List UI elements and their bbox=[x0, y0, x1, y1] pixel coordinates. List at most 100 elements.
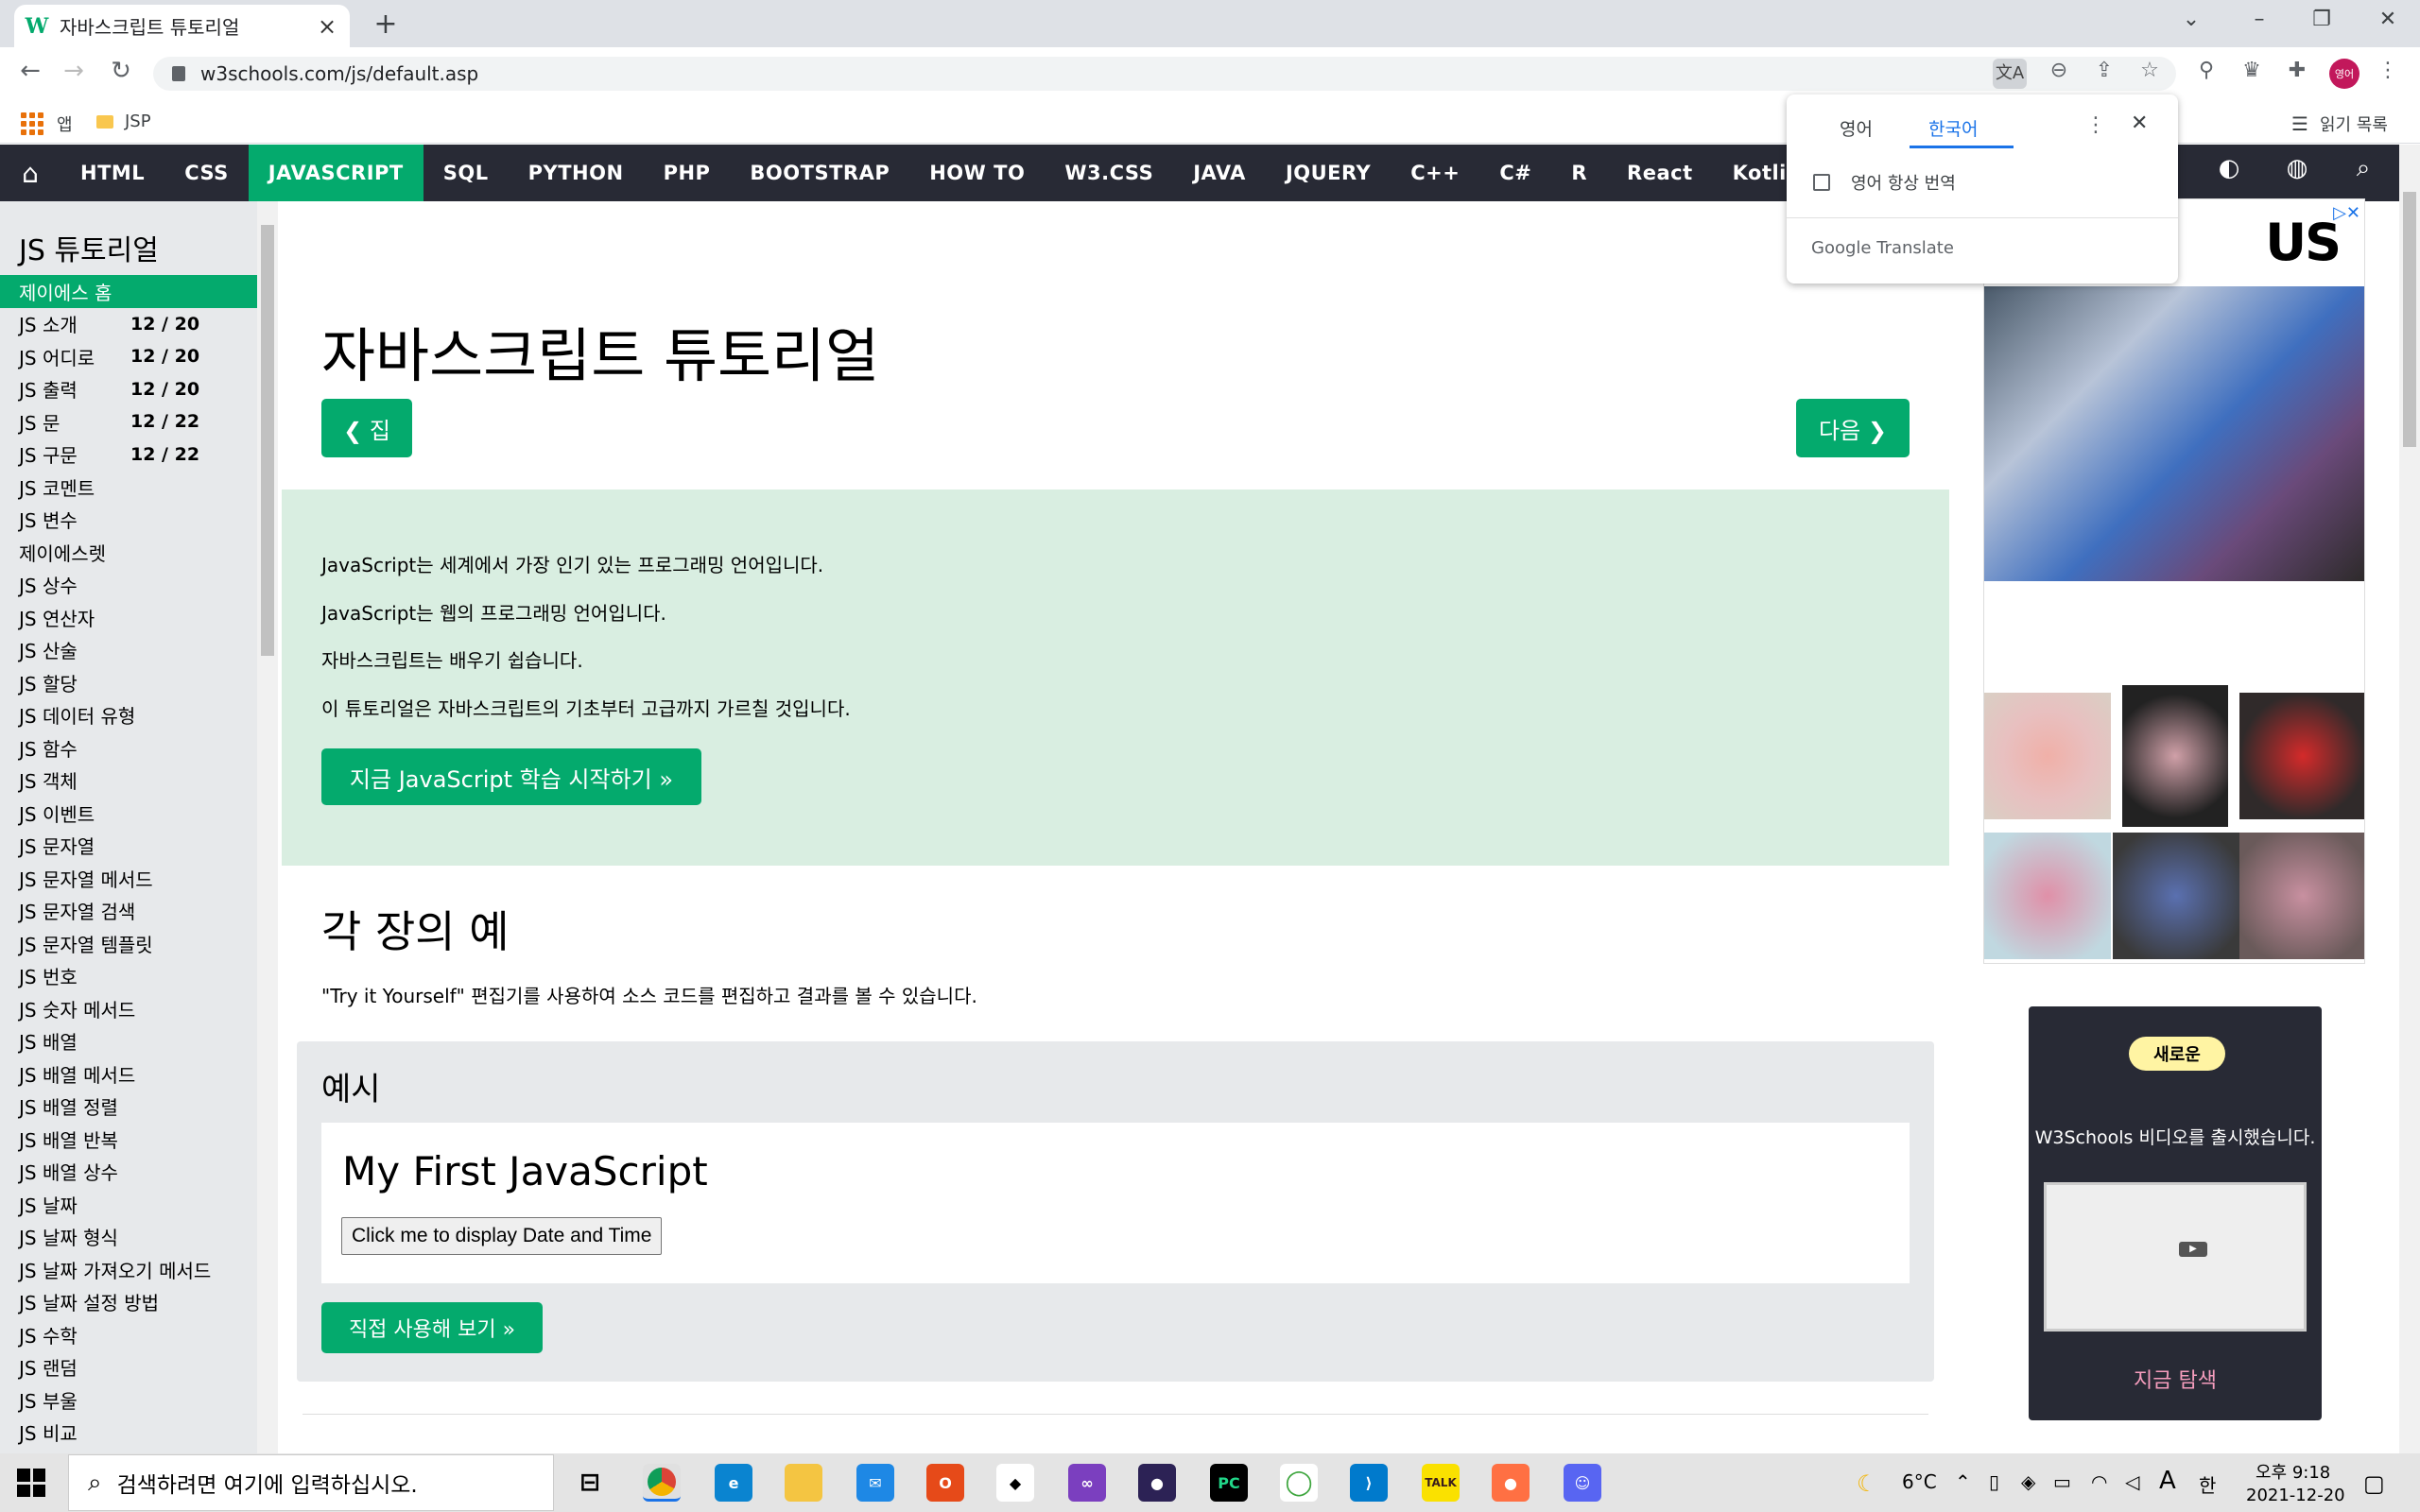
task-view-icon[interactable]: ⊟ bbox=[571, 1464, 609, 1502]
topnav-item[interactable]: React bbox=[1607, 145, 1713, 201]
sidebar-item[interactable]: JS 소개 12 / 20 bbox=[0, 308, 257, 341]
sidebar-item[interactable]: JS 코멘트 bbox=[0, 471, 257, 504]
sidebar-item[interactable]: JS 비교 bbox=[0, 1417, 257, 1450]
sidebar-scrollbar[interactable] bbox=[257, 201, 278, 1453]
sidebar-item[interactable]: 제이에스 홈 bbox=[0, 275, 257, 308]
sidebar-item[interactable]: JS 날짜 설정 방법 bbox=[0, 1286, 257, 1319]
mail-icon[interactable]: ✉ bbox=[856, 1464, 894, 1502]
puzzle-extensions-icon[interactable]: ✚ bbox=[2282, 59, 2312, 82]
home-icon[interactable]: ⌂ bbox=[0, 145, 60, 201]
jsp-bookmark[interactable]: JSP bbox=[96, 112, 151, 131]
try-it-yourself-button[interactable]: 직접 사용해 보기 » bbox=[321, 1302, 543, 1353]
theme-toggle-icon[interactable]: ◐ bbox=[2210, 154, 2248, 182]
restore-button[interactable]: ❐ bbox=[2303, 8, 2341, 31]
topnav-item[interactable]: HTML bbox=[60, 145, 164, 201]
flower-ad[interactable]: US ▷✕ bbox=[1983, 198, 2365, 964]
video-ad[interactable]: 새로운 W3Schools 비디오를 출시했습니다. ▶ 지금 탐색 bbox=[2029, 1006, 2322, 1420]
paint-icon[interactable]: ● bbox=[1492, 1464, 1530, 1502]
sidebar-item[interactable]: JS 문자열 메서드 bbox=[0, 862, 257, 895]
page-scrollbar[interactable] bbox=[2399, 145, 2420, 1453]
sidebar-item[interactable]: JS 연산자 bbox=[0, 601, 257, 634]
minimize-button[interactable]: – bbox=[2240, 8, 2278, 31]
ime-korean-indicator[interactable]: 한 bbox=[2199, 1470, 2216, 1498]
globe-icon[interactable]: ◍ bbox=[2278, 154, 2316, 182]
kakaotalk-icon[interactable]: TALK bbox=[1422, 1464, 1460, 1502]
ad-choices-icon[interactable]: ▷✕ bbox=[2333, 203, 2360, 223]
share-icon[interactable]: ⇪ bbox=[2089, 59, 2119, 82]
sidebar-item[interactable]: JS 변수 bbox=[0, 504, 257, 537]
weather-temp[interactable]: 6°C bbox=[1902, 1470, 1937, 1493]
clock-date[interactable]: 2021-12-20 bbox=[2246, 1486, 2345, 1505]
wifi-icon[interactable]: ◠ bbox=[2091, 1470, 2107, 1493]
tray-chevron-icon[interactable]: ⌃ bbox=[1955, 1470, 1971, 1493]
topnav-item[interactable]: BOOTSTRAP bbox=[730, 145, 909, 201]
topnav-item[interactable]: JAVASCRIPT bbox=[248, 145, 424, 201]
topnav-item[interactable]: JQUERY bbox=[1266, 145, 1391, 201]
vscode-icon[interactable]: ⟩ bbox=[1350, 1464, 1388, 1502]
topnav-item[interactable]: JAVA bbox=[1173, 145, 1266, 201]
next-button[interactable]: 다음 ❯ bbox=[1796, 399, 1910, 457]
target-language-tab[interactable]: 한국어 bbox=[1928, 115, 1978, 141]
sidebar-item[interactable]: JS 날짜 가져오기 메서드 bbox=[0, 1253, 257, 1286]
chrome-menu-icon[interactable]: ⋮ bbox=[2373, 59, 2403, 82]
topnav-item[interactable]: C++ bbox=[1391, 145, 1479, 201]
sidebar-item[interactable]: JS 문자열 템플릿 bbox=[0, 927, 257, 960]
search-icon[interactable]: ⌕ bbox=[2344, 154, 2382, 183]
eclipse-icon[interactable]: ● bbox=[1138, 1464, 1176, 1502]
sidebar-item[interactable]: JS 이벤트 bbox=[0, 797, 257, 830]
sidebar-item[interactable]: JS 배열 정렬 bbox=[0, 1091, 257, 1124]
close-popup-icon[interactable]: ✕ bbox=[2131, 112, 2148, 135]
volume-icon[interactable]: ◁ bbox=[2125, 1470, 2139, 1493]
close-tab-icon[interactable]: × bbox=[316, 13, 338, 40]
taskbar-search[interactable]: ⌕ 검색하려면 여기에 입력하십시오. bbox=[68, 1454, 554, 1511]
windows-start-icon[interactable] bbox=[17, 1469, 45, 1497]
topnav-item[interactable]: PYTHON bbox=[509, 145, 644, 201]
topnav-item[interactable]: PHP bbox=[644, 145, 731, 201]
sidebar-item[interactable]: JS 배열 상수 bbox=[0, 1156, 257, 1189]
pycharm-icon[interactable]: PC bbox=[1210, 1464, 1248, 1502]
sidebar-item[interactable]: JS 출력 12 / 20 bbox=[0, 373, 257, 406]
reload-icon[interactable]: ↻ bbox=[104, 57, 138, 85]
more-options-icon[interactable]: ⋮ bbox=[2085, 113, 2106, 137]
topnav-item[interactable]: SQL bbox=[424, 145, 509, 201]
display-date-button[interactable]: Click me to display Date and Time bbox=[341, 1217, 663, 1255]
discord-icon[interactable]: ☺ bbox=[1564, 1464, 1601, 1502]
notification-icon[interactable]: ▢ bbox=[2363, 1470, 2385, 1497]
sidebar-item[interactable]: JS 객체 bbox=[0, 765, 257, 798]
sidebar-item[interactable]: JS 배열 bbox=[0, 1025, 257, 1058]
new-tab-button[interactable]: + bbox=[369, 8, 403, 41]
sidebar-item[interactable]: JS 부울 bbox=[0, 1383, 257, 1417]
prev-button[interactable]: ❮ 집 bbox=[321, 399, 412, 457]
topnav-item[interactable]: R bbox=[1551, 145, 1607, 201]
chrome-taskbar-icon[interactable] bbox=[643, 1464, 681, 1502]
sidebar-item[interactable]: JS 배열 메서드 bbox=[0, 1057, 257, 1091]
sidebar-item[interactable]: JS 할당 bbox=[0, 666, 257, 699]
sidebar-item[interactable]: JS 숫자 메서드 bbox=[0, 992, 257, 1025]
sidebar-item[interactable]: JS 데이터 유형 bbox=[0, 699, 257, 732]
battery-icon[interactable]: ▭ bbox=[2053, 1470, 2071, 1493]
source-language-tab[interactable]: 영어 bbox=[1840, 115, 1873, 141]
sidebar-item[interactable]: JS 랜덤 bbox=[0, 1351, 257, 1384]
sidebar-scroll-thumb[interactable] bbox=[261, 225, 274, 656]
forward-icon[interactable]: → bbox=[57, 57, 91, 85]
sidebar-item[interactable]: JS 함수 bbox=[0, 731, 257, 765]
address-bar[interactable]: w3schools.com/js/default.asp bbox=[153, 57, 2176, 91]
sidebar-item[interactable]: JS 문자열 bbox=[0, 830, 257, 863]
extension-2-icon[interactable]: ♛ bbox=[2237, 59, 2267, 82]
topnav-item[interactable]: HOW TO bbox=[909, 145, 1045, 201]
loader-icon[interactable]: ◯ bbox=[1280, 1464, 1318, 1502]
visual-studio-icon[interactable]: ∞ bbox=[1068, 1464, 1106, 1502]
apps-bookmark[interactable]: 앱 bbox=[21, 112, 73, 136]
clock-time[interactable]: 오후 9:18 bbox=[2256, 1459, 2330, 1484]
topnav-item[interactable]: CSS bbox=[164, 145, 249, 201]
sidebar-item[interactable]: 제이에스렛 bbox=[0, 536, 257, 569]
zoom-icon[interactable]: ⊖ bbox=[2044, 59, 2074, 82]
close-window-button[interactable]: ✕ bbox=[2369, 8, 2407, 31]
start-learning-button[interactable]: 지금 JavaScript 학습 시작하기 » bbox=[321, 748, 701, 805]
sidebar-item[interactable]: JS 날짜 형식 bbox=[0, 1221, 257, 1254]
sidebar-item[interactable]: JS 날짜 bbox=[0, 1188, 257, 1221]
reading-list[interactable]: ☰ 읽기 목록 bbox=[2291, 112, 2388, 136]
sidebar-item[interactable]: JS 수학 bbox=[0, 1318, 257, 1351]
sidebar-item[interactable]: JS 어디로 12 / 20 bbox=[0, 340, 257, 373]
sidebar-item[interactable]: JS 구문 12 / 22 bbox=[0, 438, 257, 472]
